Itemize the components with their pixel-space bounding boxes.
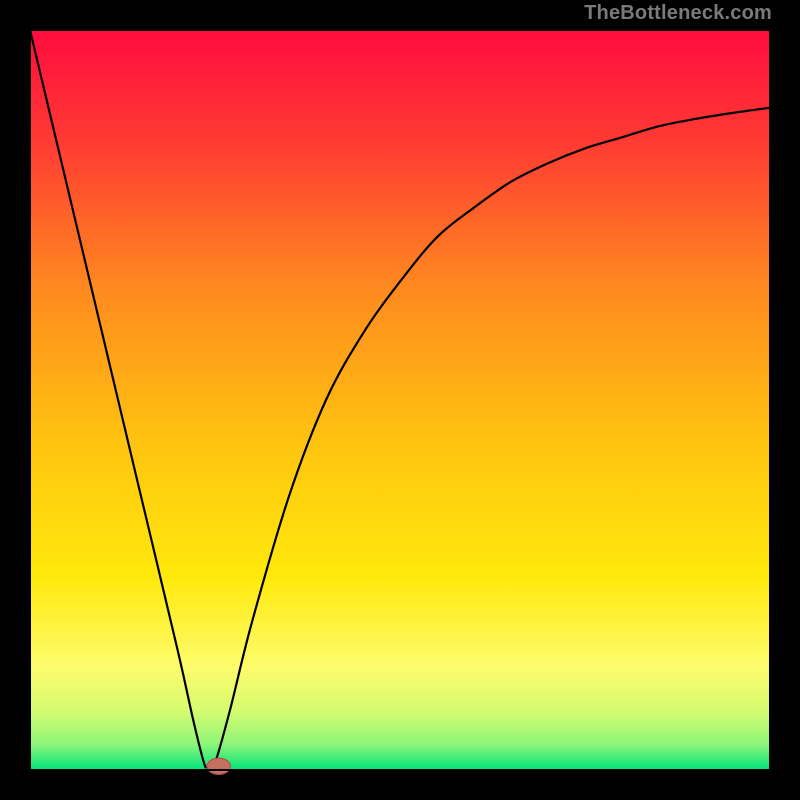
minimum-marker	[207, 758, 231, 774]
chart-stage: TheBottleneck.com	[0, 0, 800, 800]
bottleneck-chart	[0, 0, 800, 800]
plot-background	[30, 30, 770, 770]
watermark-text: TheBottleneck.com	[584, 2, 772, 25]
